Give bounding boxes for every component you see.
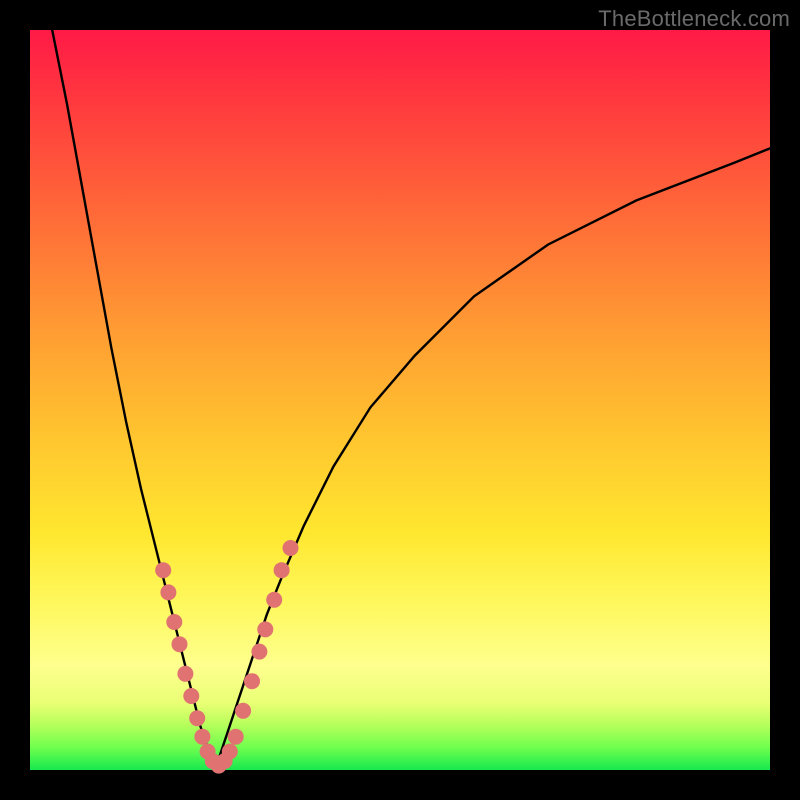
scatter-dot: [257, 621, 273, 637]
scatter-dot: [235, 703, 251, 719]
scatter-dots: [155, 540, 298, 774]
scatter-dot: [172, 636, 188, 652]
chart-svg: [30, 30, 770, 770]
curve-left: [52, 30, 215, 770]
scatter-dot: [166, 614, 182, 630]
scatter-dot: [160, 584, 176, 600]
scatter-dot: [222, 744, 238, 760]
scatter-dot: [283, 540, 299, 556]
scatter-dot: [274, 562, 290, 578]
chart-frame: TheBottleneck.com: [0, 0, 800, 800]
scatter-dot: [155, 562, 171, 578]
scatter-dot: [244, 673, 260, 689]
scatter-dot: [228, 729, 244, 745]
curve-right: [215, 148, 770, 770]
scatter-dot: [266, 592, 282, 608]
scatter-dot: [183, 688, 199, 704]
plot-area: [30, 30, 770, 770]
scatter-dot: [251, 644, 267, 660]
watermark-text: TheBottleneck.com: [598, 6, 790, 32]
scatter-dot: [189, 710, 205, 726]
scatter-dot: [177, 666, 193, 682]
scatter-dot: [194, 729, 210, 745]
